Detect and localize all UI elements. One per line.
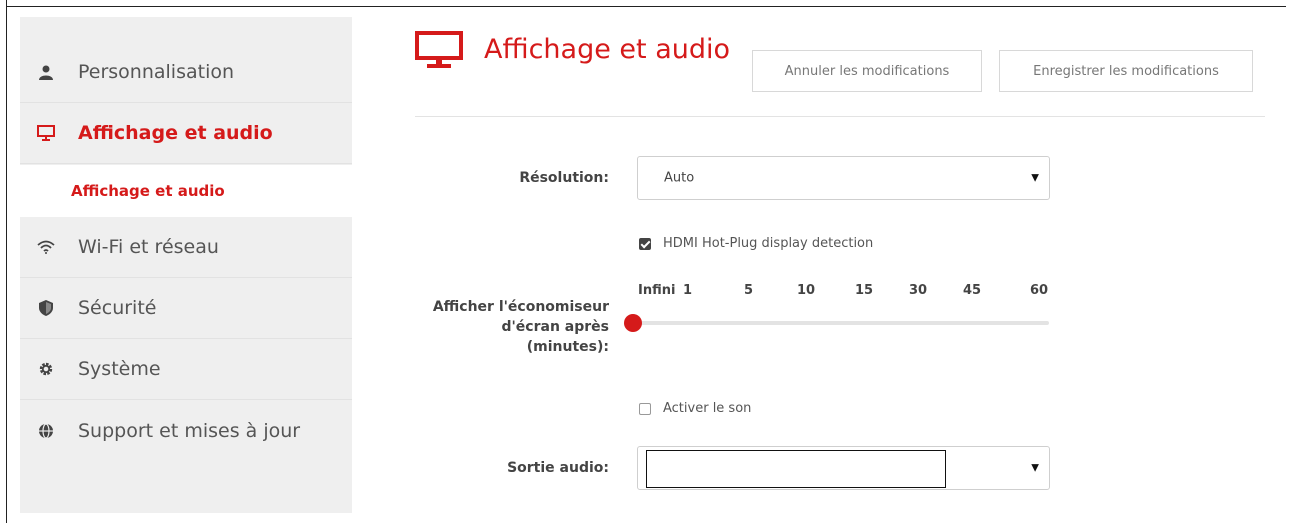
screensaver-slider-track[interactable] [638,321,1049,325]
caret-down-icon: ▼ [1031,462,1039,474]
cancel-changes-button[interactable]: Annuler les modifications [752,50,982,92]
screensaver-slider-thumb[interactable] [624,314,642,332]
person-icon [36,62,56,82]
globe-icon [36,421,56,441]
frame-border-left [6,0,7,523]
sidebar-item-label: Système [78,358,161,380]
header-divider [415,116,1265,117]
enable-sound-checkbox-row[interactable]: Activer le son [639,401,751,416]
audio-output-value [646,450,946,488]
audio-output-select[interactable]: ▼ [637,446,1050,490]
sidebar-subitem-label: Affichage et audio [71,182,225,200]
resolution-label: Résolution: [519,170,609,186]
sidebar-item-label: Wi-Fi et réseau [78,236,219,258]
sidebar-item-label: Affichage et audio [78,122,273,144]
sidebar-item-affichage-audio[interactable]: Affichage et audio [20,103,352,164]
resolution-select[interactable]: Auto ▼ [637,156,1050,200]
save-changes-button[interactable]: Enregistrer les modifications [999,50,1253,92]
frame-border-top [6,6,1286,7]
screensaver-tick-label: 5 [744,283,754,298]
screensaver-label-line: d'écran après [501,319,610,335]
sidebar-item-support[interactable]: Support et mises à jour [20,400,352,461]
sidebar-subitem-affichage-audio[interactable]: Affichage et audio [20,165,352,217]
gear-icon [36,359,56,379]
screensaver-tick-label: Infini [638,283,676,298]
hdmi-hotplug-label: HDMI Hot-Plug display detection [663,236,874,251]
sidebar-item-label: Personnalisation [78,61,235,83]
resolution-value: Auto [664,170,695,186]
sidebar: Personnalisation Affichage et audio Affi… [20,17,352,513]
audio-output-label: Sortie audio: [507,460,609,476]
screensaver-tick-label: 10 [797,283,816,298]
enable-sound-checkbox[interactable] [639,402,651,415]
sidebar-item-systeme[interactable]: Système [20,339,352,400]
screensaver-label-line: Afficher l'économiseur [432,299,609,315]
sidebar-item-label: Sécurité [78,297,157,319]
monitor-icon [415,31,463,73]
caret-down-icon: ▼ [1031,172,1039,184]
screensaver-label: Afficher l'économiseur d'écran après (mi… [433,297,609,357]
sidebar-item-wifi-reseau[interactable]: Wi-Fi et réseau [20,217,352,278]
hdmi-hotplug-checkbox[interactable] [639,237,651,250]
monitor-icon [36,123,56,143]
screensaver-tick-label: 45 [963,283,982,298]
screensaver-tick-label: 60 [1030,283,1049,298]
wifi-icon [36,237,56,257]
sidebar-item-securite[interactable]: Sécurité [20,278,352,339]
page-title: Affichage et audio [484,34,731,65]
enable-sound-label: Activer le son [663,401,752,416]
screensaver-tick-label: 1 [683,283,693,298]
shield-icon [36,298,56,318]
screensaver-tick-label: 30 [909,283,928,298]
hdmi-hotplug-checkbox-row[interactable]: HDMI Hot-Plug display detection [639,236,873,251]
screensaver-tick-label: 15 [855,283,874,298]
sidebar-item-label: Support et mises à jour [78,419,301,442]
screensaver-label-line: (minutes): [526,339,609,355]
sidebar-item-personnalisation[interactable]: Personnalisation [20,42,352,103]
